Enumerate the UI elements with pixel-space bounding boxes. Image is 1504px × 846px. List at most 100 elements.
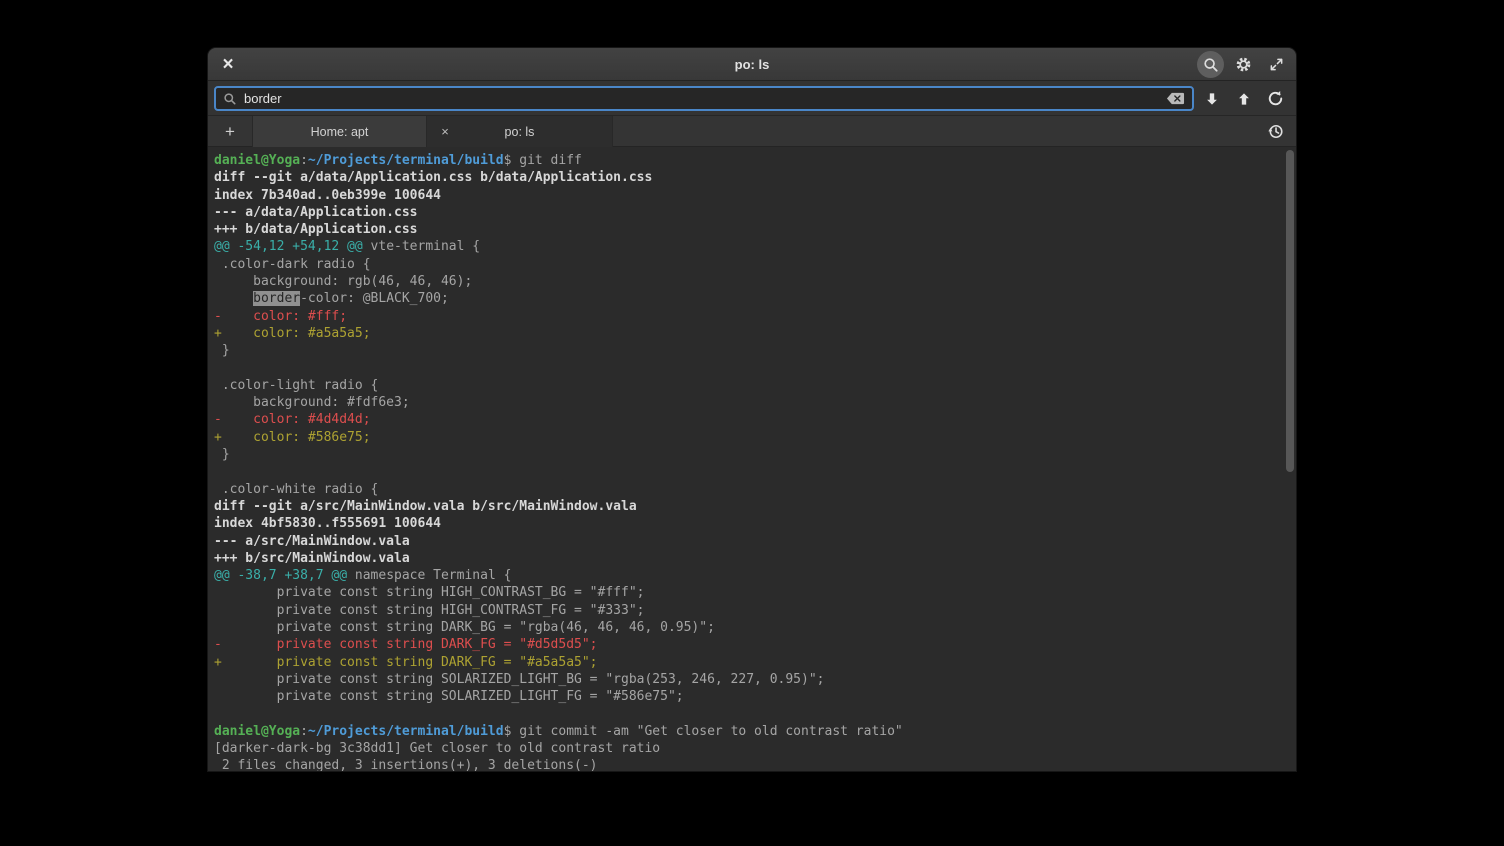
terminal-line: 2 files changed, 3 insertions(+), 3 dele… (214, 757, 1282, 771)
terminal-text-plain: } (214, 343, 230, 358)
terminal-line: +++ b/data/Application.css (214, 221, 1282, 238)
terminal-text-plain: : (300, 724, 308, 739)
terminal-text-match: border (253, 291, 300, 306)
terminal-line: border-color: @BLACK_700; (214, 290, 1282, 307)
tab-bar-spacer (613, 116, 1254, 147)
cycle-icon (1267, 90, 1284, 107)
window-title: po: ls (208, 57, 1296, 72)
terminal-line: background: #fdf6e3; (214, 394, 1282, 411)
terminal-text-plain: background: #fdf6e3; (214, 395, 410, 410)
terminal-line: @@ -54,12 +54,12 @@ vte-terminal { (214, 238, 1282, 255)
terminal-text-add: + color: #a5a5a5; (214, 326, 371, 341)
terminal-line: index 7b340ad..0eb399e 100644 (214, 187, 1282, 204)
terminal-window: × po: ls (208, 48, 1296, 771)
terminal-text-path: ~/Projects/terminal/build (308, 153, 504, 168)
search-input[interactable] (244, 91, 1159, 106)
terminal-text-plain: : (300, 153, 308, 168)
search-bar (208, 81, 1296, 116)
terminal-line: - private const string DARK_FG = "#d5d5d… (214, 636, 1282, 653)
terminal-text-plain: .color-light radio { (214, 378, 378, 393)
terminal-text-plain: vte-terminal { (363, 239, 480, 254)
terminal-line: - color: #4d4d4d; (214, 411, 1282, 428)
terminal-text-bold: --- a/data/Application.css (214, 205, 418, 220)
terminal-line: private const string SOLARIZED_LIGHT_FG … (214, 688, 1282, 705)
terminal-text-plain: $ git diff (504, 153, 582, 168)
scrollbar[interactable] (1286, 150, 1294, 472)
tab-home-apt[interactable]: Home: apt (252, 116, 427, 147)
terminal-text-add: + color: #586e75; (214, 430, 371, 445)
close-window-button[interactable]: × (214, 51, 242, 79)
terminal-text-bold: --- a/src/MainWindow.vala (214, 534, 410, 549)
terminal-text-plain: [darker-dark-bg 3c38dd1] Get closer to o… (214, 741, 660, 756)
terminal-line: private const string HIGH_CONTRAST_FG = … (214, 602, 1282, 619)
terminal-line: [darker-dark-bg 3c38dd1] Get closer to o… (214, 740, 1282, 757)
terminal-text-plain: .color-dark radio { (214, 257, 371, 272)
terminal-text-bold: index 4bf5830..f555691 100644 (214, 516, 441, 531)
new-tab-button[interactable]: + (208, 116, 252, 147)
history-button[interactable] (1254, 116, 1296, 147)
headerbar-actions (1197, 51, 1290, 78)
terminal-line: index 4bf5830..f555691 100644 (214, 515, 1282, 532)
terminal-text-del: - private const string DARK_FG = "#d5d5d… (214, 637, 598, 652)
terminal-text-plain: private const string HIGH_CONTRAST_BG = … (214, 585, 644, 600)
terminal-line: private const string HIGH_CONTRAST_BG = … (214, 584, 1282, 601)
terminal-text-plain: } (214, 447, 230, 462)
search-icon (1203, 57, 1219, 73)
desktop: × po: ls (0, 0, 1504, 846)
terminal-text-add: + private const string DARK_FG = "#a5a5a… (214, 655, 598, 670)
search-previous-button[interactable] (1229, 84, 1258, 113)
fullscreen-button[interactable] (1263, 51, 1290, 78)
clear-search-button[interactable] (1166, 92, 1185, 105)
terminal-line: .color-dark radio { (214, 256, 1282, 273)
terminal-text-plain: 2 files changed, 3 insertions(+), 3 dele… (214, 758, 598, 771)
terminal-line (214, 463, 1282, 480)
terminal-text-user: daniel@Yoga (214, 724, 300, 739)
tab-label: po: ls (505, 125, 535, 139)
terminal-text-del: - color: #4d4d4d; (214, 412, 371, 427)
terminal-line: --- a/src/MainWindow.vala (214, 533, 1282, 550)
terminal-text-plain: .color-white radio { (214, 482, 378, 497)
terminal-line: } (214, 342, 1282, 359)
terminal-line: + private const string DARK_FG = "#a5a5a… (214, 654, 1282, 671)
close-tab-button[interactable]: × (437, 116, 453, 147)
terminal-line: diff --git a/src/MainWindow.vala b/src/M… (214, 498, 1282, 515)
terminal-text-bold: diff --git a/data/Application.css b/data… (214, 170, 652, 185)
terminal-text-plain: namespace Terminal { (347, 568, 511, 583)
headerbar: × po: ls (208, 48, 1296, 81)
terminal-line: .color-white radio { (214, 481, 1282, 498)
terminal-line: - color: #fff; (214, 308, 1282, 325)
terminal-text-hunk: @@ -38,7 +38,7 @@ (214, 568, 347, 583)
terminal-line: daniel@Yoga:~/Projects/terminal/build$ g… (214, 723, 1282, 740)
terminal-line: } (214, 446, 1282, 463)
arrow-down-icon (1204, 91, 1220, 107)
search-field[interactable] (214, 86, 1194, 111)
terminal-text-path: ~/Projects/terminal/build (308, 724, 504, 739)
terminal-line: +++ b/src/MainWindow.vala (214, 550, 1282, 567)
tab-po-ls[interactable]: × po: ls (427, 116, 613, 147)
cyclic-search-button[interactable] (1261, 84, 1290, 113)
arrow-up-icon (1236, 91, 1252, 107)
terminal-line: private const string SOLARIZED_LIGHT_BG … (214, 671, 1282, 688)
tab-bar: + Home: apt × po: ls (208, 116, 1296, 147)
terminal-line (214, 360, 1282, 377)
terminal-line: background: rgb(46, 46, 46); (214, 273, 1282, 290)
terminal-lines: daniel@Yoga:~/Projects/terminal/build$ g… (214, 152, 1282, 771)
terminal-text-plain: $ git commit -am "Get closer to old cont… (504, 724, 903, 739)
terminal-text-user: daniel@Yoga (214, 153, 300, 168)
search-toggle-button[interactable] (1197, 51, 1224, 78)
terminal-text-plain: -color: @BLACK_700; (300, 291, 449, 306)
terminal-text-plain: background: rgb(46, 46, 46); (214, 274, 472, 289)
terminal-line: + color: #a5a5a5; (214, 325, 1282, 342)
backspace-icon (1166, 92, 1185, 105)
fullscreen-icon (1269, 57, 1284, 72)
search-next-button[interactable] (1197, 84, 1226, 113)
terminal-text-plain: private const string SOLARIZED_LIGHT_BG … (214, 672, 824, 687)
terminal-line: daniel@Yoga:~/Projects/terminal/build$ g… (214, 152, 1282, 169)
terminal-output[interactable]: daniel@Yoga:~/Projects/terminal/build$ g… (208, 147, 1296, 771)
terminal-line: private const string DARK_BG = "rgba(46,… (214, 619, 1282, 636)
terminal-line: diff --git a/data/Application.css b/data… (214, 169, 1282, 186)
settings-button[interactable] (1230, 51, 1257, 78)
tab-label: Home: apt (311, 125, 369, 139)
terminal-text-bold: diff --git a/src/MainWindow.vala b/src/M… (214, 499, 637, 514)
terminal-text-bold: index 7b340ad..0eb399e 100644 (214, 188, 441, 203)
